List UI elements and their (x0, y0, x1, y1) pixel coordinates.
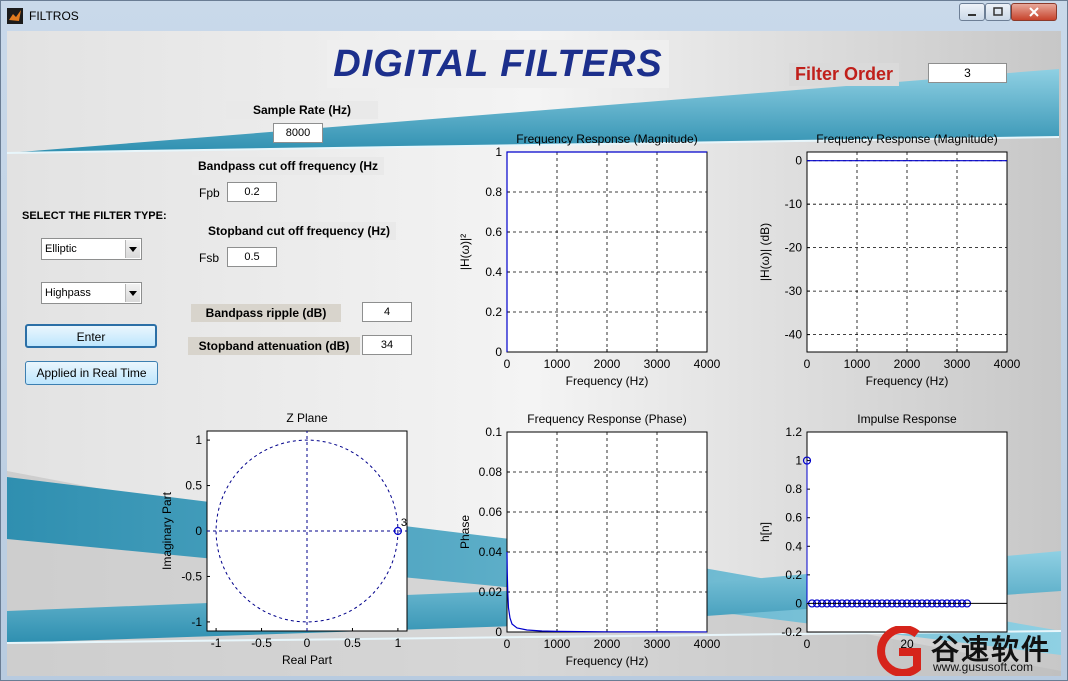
x-tick-label: 0 (804, 637, 811, 651)
close-icon (1029, 7, 1039, 17)
y-tick-label: 1.2 (785, 425, 802, 439)
y-tick-label: 0 (795, 596, 802, 610)
matlab-logo-icon (7, 8, 23, 24)
watermark: 谷速软件 www.gususoft.com (871, 625, 1061, 676)
window-title: FILTROS (29, 9, 79, 23)
y-tick-label: 1 (795, 454, 802, 468)
y-tick-label: 0.2 (785, 568, 802, 582)
watermark-logo-icon (877, 625, 921, 676)
figure-canvas: DIGITAL FILTERS Filter Order 3 Sample Ra… (7, 31, 1061, 676)
close-button[interactable] (1011, 3, 1057, 21)
y-tick-label: 0.6 (785, 511, 802, 525)
y-tick-label: -0.2 (781, 625, 802, 639)
app-window: FILTROS DIGITAL FILTERS Filter Order 3 S… (0, 0, 1068, 681)
minimize-button[interactable] (959, 3, 985, 21)
plot-area (806, 431, 1008, 633)
watermark-url: www.gususoft.com (933, 660, 1034, 674)
chart-title: Impulse Response (857, 412, 957, 426)
maximize-icon (993, 7, 1003, 16)
y-tick-label: 0.8 (785, 482, 802, 496)
y-tick-label: 0.4 (785, 539, 802, 553)
impulse-response-plot: 0 20-0.200.20.40.60.811.2Impulse Response… (758, 412, 1008, 651)
maximize-button[interactable] (985, 3, 1011, 21)
y-axis-label: h[n] (758, 522, 772, 542)
minimize-icon (968, 14, 976, 16)
title-bar[interactable]: FILTROS (1, 1, 1067, 31)
